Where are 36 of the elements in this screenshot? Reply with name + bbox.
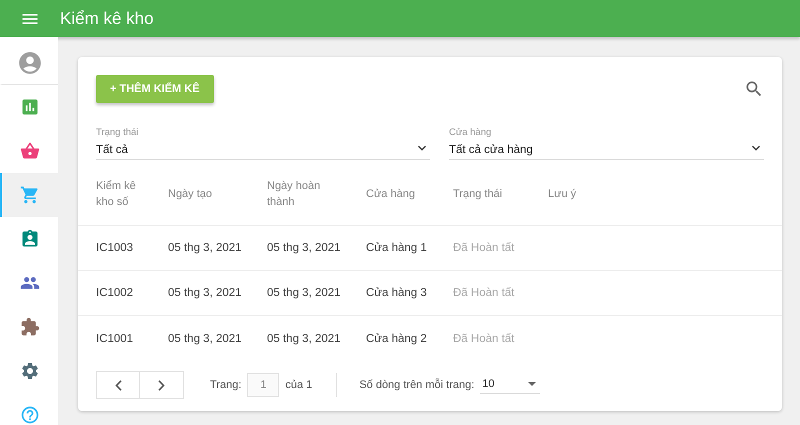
table-cell-text: 05 thg 3, 2021: [267, 332, 342, 344]
chevron-left-icon: [114, 380, 122, 390]
page-title: Kiểm kê kho: [60, 8, 154, 28]
dropdown-arrow-icon: [528, 382, 536, 386]
table-cell-text: 05 thg 3, 2021: [267, 242, 342, 254]
column-header: Lưu ý: [548, 186, 578, 202]
column-header: Ngày hoàn thành: [267, 179, 322, 210]
table-cell-text: IC1001: [96, 332, 134, 344]
table-cell-text: Cửa hàng 3: [366, 287, 428, 299]
column-header: Trạng thái: [453, 186, 504, 202]
filter-value: Tất cả: [96, 144, 129, 156]
column-header: Kiểm kê kho số: [96, 179, 137, 210]
column-header: Ngày tạo: [168, 186, 214, 202]
table-cell-text: 05 thg 3, 2021: [168, 332, 243, 344]
table-cell-text: IC1002: [96, 287, 134, 299]
filter-select[interactable]: Cửa hàng Tất cả cửa hàng: [449, 127, 764, 160]
table-cell-text: 05 thg 3, 2021: [267, 287, 342, 299]
table-cell-text: Cửa hàng 2: [366, 332, 428, 344]
column-header: Cửa hàng: [366, 186, 416, 202]
table-cell-text: 05 thg 3, 2021: [168, 242, 243, 254]
page-label: Trang:: [210, 379, 242, 391]
table-cell-text: IC1003: [96, 242, 134, 254]
filter-value: Tất cả cửa hàng: [449, 144, 533, 156]
filter-select[interactable]: Trạng thái Tất cả: [96, 127, 430, 160]
table-cell-text: Đã Hoàn tất: [453, 242, 516, 254]
chevron-right-icon: [158, 380, 165, 390]
filter-label: Trạng thái: [96, 127, 138, 138]
table-cell-text: Cửa hàng 1: [366, 242, 428, 254]
table-cell-text: Đã Hoàn tất: [453, 287, 516, 299]
filter-label: Cửa hàng: [449, 127, 492, 138]
search-icon[interactable]: [744, 79, 764, 99]
rows-per-page-select[interactable]: 10: [480, 376, 540, 394]
table-cell-text: Đã Hoàn tất: [453, 332, 516, 344]
table-cell-text: 05 thg 3, 2021: [168, 287, 243, 299]
rows-per-page-label: Số dòng trên mỗi trang:: [359, 379, 474, 391]
page-count: của 1: [285, 379, 312, 391]
